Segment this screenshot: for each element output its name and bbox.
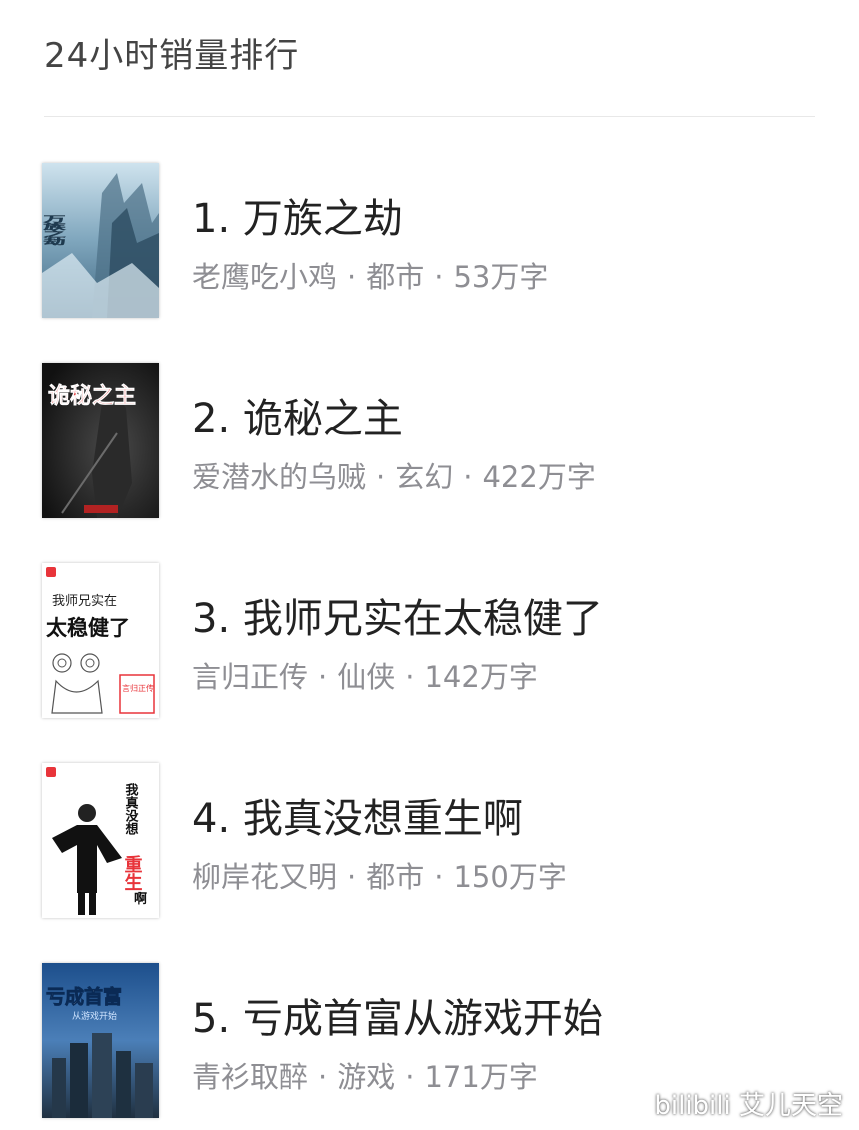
book-cover-2[interactable]: 诡秘之主 [42,363,159,518]
book-genre-1: 都市 [366,260,425,294]
book-meta-1: 老鹰吃小鸡 · 都市 · 53万字 [192,254,548,296]
cover-title-red-4: 重生 [122,854,143,891]
book-words-2: 422万字 [482,460,596,494]
meta-separator: · [434,860,444,894]
book-words-3: 142万字 [424,660,538,694]
book-title-text-3: 我师兄实在太稳健了 [242,596,603,642]
book-title-3[interactable]: 3. 我师兄实在太稳健了 [192,586,603,644]
book-genre-3: 仙侠 [337,660,396,694]
book-item-3[interactable]: 我师兄实在 太稳健了 言归正传 3. 我师兄实在太稳健了 言归正传 · 仙侠 · 142… [0,560,859,720]
book-author-3: 言归正传 [192,660,309,694]
book-item-4[interactable]: 我真没想 重生 啊 4. 我真没想重生啊 柳岸花又明 · 都市 · 150万字 [0,760,859,920]
meta-separator: · [347,260,357,294]
meta-separator: · [463,460,473,494]
book-genre-4: 都市 [366,860,425,894]
meta-separator: · [376,460,386,494]
book-title-text-4: 我真没想重生啊 [242,796,523,842]
header-divider [44,116,815,117]
book-author-1: 老鹰吃小鸡 [192,260,338,294]
book-rank-5: 5. [192,996,231,1042]
book-title-1[interactable]: 1. 万族之劫 [192,186,403,244]
watermark: bilibili 艾儿天空 [654,1091,843,1121]
cover-subtitle-5: 从游戏开始 [72,1010,117,1022]
meta-separator: · [434,260,444,294]
book-words-1: 53万字 [453,260,549,294]
cover-title-top-3: 我师兄实在 [52,594,117,609]
book-title-4[interactable]: 4. 我真没想重生啊 [192,786,523,844]
page-title: 24小时销量排行 [44,36,300,76]
book-author-5: 青衫取醉 [192,1060,309,1094]
book-rank-1: 1. [192,196,231,242]
book-meta-3: 言归正传 · 仙侠 · 142万字 [192,654,538,696]
cover-title-text-5: 亏成首富 [46,985,122,1008]
book-genre-2: 玄幻 [395,460,454,494]
book-meta-5: 青衫取醉 · 游戏 · 171万字 [192,1054,538,1096]
meta-separator: · [347,860,357,894]
book-meta-4: 柳岸花又明 · 都市 · 150万字 [192,854,567,896]
book-rank-4: 4. [192,796,231,842]
cover-badge-3: 言归正传 [122,683,154,693]
book-cover-5[interactable]: 亏成首富 从游戏开始 [42,963,159,1118]
book-title-5[interactable]: 5. 亏成首富从游戏开始 [192,986,603,1044]
book-title-text-5: 亏成首富从游戏开始 [242,996,603,1042]
book-words-4: 150万字 [453,860,567,894]
cover-title-text-1: 万族之劫 [42,215,67,245]
cover-title-main-3: 太稳健了 [46,616,130,640]
meta-separator: · [318,660,328,694]
book-title-text-1: 万族之劫 [242,196,403,242]
book-rank-2: 2. [192,396,231,442]
book-meta-2: 爱潜水的乌贼 · 玄幻 · 422万字 [192,454,596,496]
meta-separator: · [405,660,415,694]
book-cover-3[interactable]: 我师兄实在 太稳健了 言归正传 [42,563,159,718]
book-title-text-2: 诡秘之主 [242,396,403,442]
book-cover-4[interactable]: 我真没想 重生 啊 [42,763,159,918]
book-item-2[interactable]: 诡秘之主 2. 诡秘之主 爱潜水的乌贼 · 玄幻 · 422万字 [0,360,859,520]
book-item-1[interactable]: 万族之劫 1. 万族之劫 老鹰吃小鸡 · 都市 · 53万字 [0,160,859,320]
book-rank-3: 3. [192,596,231,642]
book-cover-1[interactable]: 万族之劫 [42,163,159,318]
cover-title-text-2: 诡秘之主 [48,383,136,409]
meta-separator: · [405,1060,415,1094]
book-title-2[interactable]: 2. 诡秘之主 [192,386,403,444]
book-author-2: 爱潜水的乌贼 [192,460,367,494]
cover-title-main-4: 我真没想 [123,782,139,836]
book-author-4: 柳岸花又明 [192,860,338,894]
book-words-5: 171万字 [424,1060,538,1094]
cover-title-end-4: 啊 [134,892,147,907]
book-genre-5: 游戏 [337,1060,396,1094]
meta-separator: · [318,1060,328,1094]
